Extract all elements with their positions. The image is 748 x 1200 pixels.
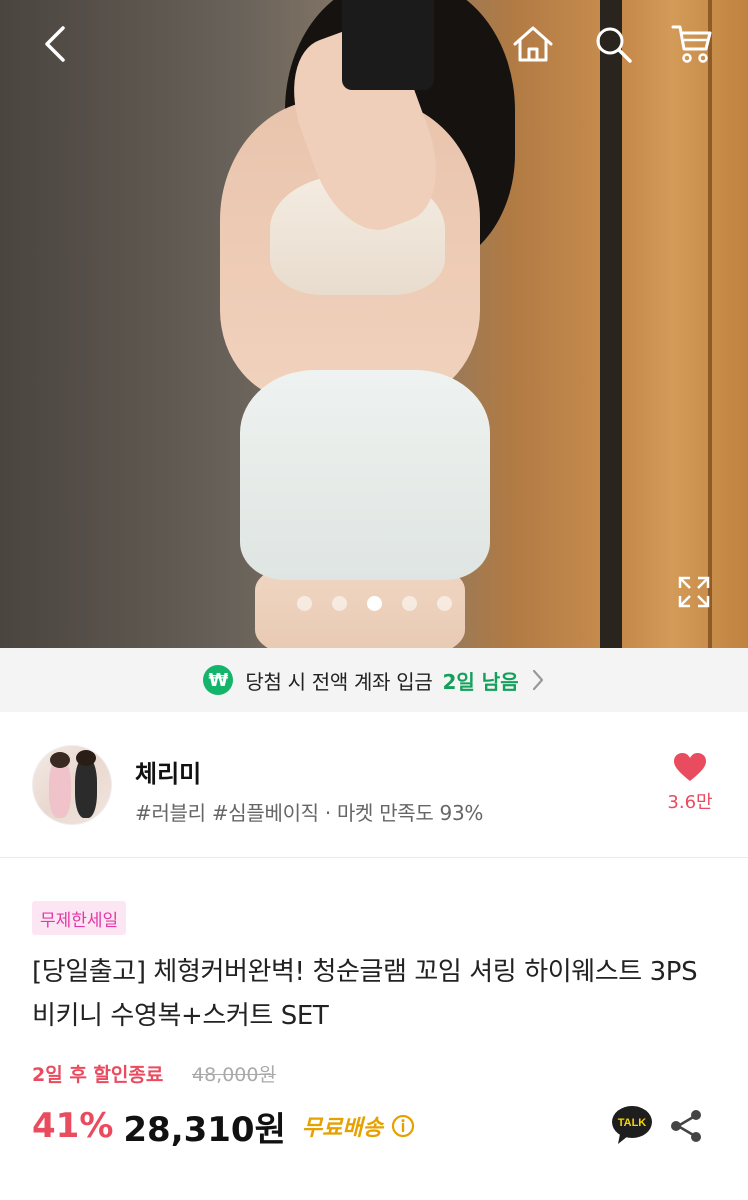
seller-avatar[interactable] (32, 745, 112, 825)
avatar-figure (75, 758, 97, 818)
home-icon (513, 26, 553, 62)
won-icon: ₩ (203, 665, 234, 695)
avatar-hair (50, 752, 70, 768)
seller-tags: #러블리 #심플베이직 · 마켓 만족도 93% (135, 801, 484, 825)
seller-name[interactable]: 체리미 (135, 754, 201, 789)
cart-button[interactable] (668, 20, 716, 68)
talk-icon: TALK (612, 1106, 652, 1144)
discount-end-text: 2일 후 할인종료 (32, 1064, 164, 1086)
discount-rate: 41% (32, 1106, 114, 1146)
kakao-talk-button[interactable]: TALK (610, 1104, 654, 1146)
notice-remaining: 2일 남음 (442, 669, 519, 694)
chevron-right-icon (532, 669, 543, 691)
home-button[interactable] (509, 20, 557, 68)
share-icon (671, 1110, 701, 1142)
sale-price: 28,310원 (123, 1109, 286, 1150)
notice-text: 당첨 시 전액 계좌 입금 (245, 669, 433, 694)
product-image-carousel[interactable] (0, 0, 748, 648)
carousel-dot-active[interactable] (366, 596, 382, 611)
product-title: [당일출고] 체형커버완벽! 청순글램 꼬임 셔링 하이웨스트 3PS 비키니 … (32, 957, 698, 1031)
model-skirt (240, 370, 490, 580)
heart-icon (674, 753, 706, 781)
svg-text:TALK: TALK (618, 1117, 647, 1129)
original-price: 48,000원 (192, 1064, 276, 1086)
avatar-figure (49, 760, 71, 818)
avatar-hair (76, 750, 96, 766)
search-button[interactable] (589, 20, 637, 68)
carousel-dot[interactable] (331, 596, 347, 611)
seller-info[interactable]: 체리미 #러블리 #심플베이직 · 마켓 만족도 93% 3.6만 (0, 712, 748, 858)
like-button[interactable]: 3.6만 (650, 752, 730, 814)
door-panel (622, 0, 748, 648)
carousel-dot[interactable] (296, 596, 312, 611)
carousel-dot[interactable] (436, 596, 452, 611)
expand-icon (678, 576, 710, 608)
chevron-left-icon (45, 26, 65, 62)
carousel-indicator (0, 596, 748, 611)
info-icon[interactable] (391, 1114, 415, 1138)
back-button[interactable] (32, 20, 80, 68)
search-icon (596, 27, 632, 63)
sale-badge: 무제한세일 (32, 901, 127, 935)
cart-icon (671, 25, 712, 63)
door-frame (600, 0, 622, 648)
refund-notice-bar[interactable]: ₩ 당첨 시 전액 계좌 입금 2일 남음 (0, 648, 748, 712)
share-button[interactable] (666, 1106, 706, 1146)
model-phone (342, 0, 434, 90)
carousel-dot[interactable] (401, 596, 417, 611)
free-shipping-label: 무료배송 (301, 1116, 383, 1141)
price-row: 41% 28,310원 무료배송 (32, 1102, 415, 1150)
like-count: 3.6만 (667, 792, 713, 813)
expand-image-button[interactable] (670, 568, 718, 616)
door-edge (708, 0, 712, 648)
